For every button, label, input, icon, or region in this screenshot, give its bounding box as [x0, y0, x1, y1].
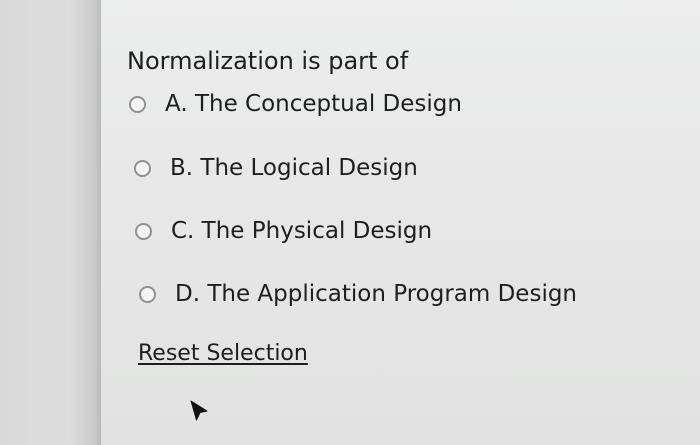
option-c-label[interactable]: C. The Physical Design: [171, 218, 432, 244]
option-b[interactable]: B. The Logical Design: [134, 155, 418, 181]
option-a[interactable]: A. The Conceptual Design: [129, 91, 462, 117]
radio-button-icon[interactable]: [135, 222, 152, 240]
option-d-label[interactable]: D. The Application Program Design: [175, 281, 577, 307]
reset-selection-link[interactable]: Reset Selection: [138, 341, 308, 366]
mouse-pointer-icon: [190, 400, 208, 421]
radio-button-icon[interactable]: [134, 159, 151, 177]
option-d[interactable]: D. The Application Program Design: [139, 281, 577, 307]
radio-button-icon[interactable]: [129, 95, 146, 113]
left-sidebar-strip: [0, 0, 100, 445]
option-b-label[interactable]: B. The Logical Design: [170, 155, 418, 181]
option-c[interactable]: C. The Physical Design: [135, 218, 432, 244]
question-text: Normalization is part of: [127, 47, 409, 75]
option-a-label[interactable]: A. The Conceptual Design: [165, 91, 462, 117]
radio-button-icon[interactable]: [139, 285, 156, 303]
